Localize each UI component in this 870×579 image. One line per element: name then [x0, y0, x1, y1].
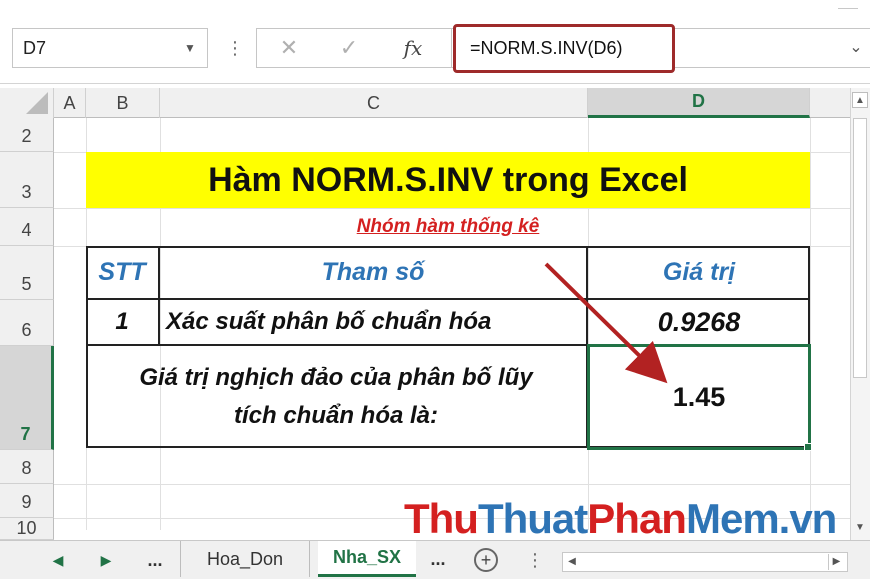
vertical-dots-icon[interactable]: ⋮ — [526, 546, 544, 574]
scroll-right-icon[interactable]: ▶ — [828, 554, 844, 570]
row-header-2[interactable]: 2 — [0, 118, 54, 152]
sheet-subtitle-link[interactable]: Nhóm hàm thống kê — [86, 210, 810, 244]
header-param[interactable]: Tham số — [160, 246, 588, 300]
chevron-down-icon[interactable]: ⌄ — [846, 36, 866, 60]
tab-next-icon[interactable]: ▶ — [94, 546, 118, 574]
header-value[interactable]: Giá trị — [588, 246, 810, 300]
column-header-e[interactable] — [810, 88, 850, 118]
row-header-7[interactable]: 7 — [0, 346, 54, 450]
watermark-part2: Thuat — [477, 495, 588, 542]
column-header-c[interactable]: C — [160, 88, 588, 118]
name-box[interactable]: D7 — [12, 28, 208, 68]
plus-icon[interactable]: + — [474, 548, 498, 572]
tab-more-left[interactable]: ... — [140, 546, 170, 574]
sheet-tab-hoa-don[interactable]: Hoa_Don — [180, 541, 310, 577]
sheet-tab-nha-sx[interactable]: Nha_SX — [318, 541, 416, 577]
sheet-title[interactable]: Hàm NORM.S.INV trong Excel — [86, 152, 810, 208]
gridline — [54, 484, 850, 485]
column-header-a[interactable]: A — [54, 88, 86, 118]
row-header-10[interactable]: 10 — [0, 518, 54, 540]
row-header-5[interactable]: 5 — [0, 246, 54, 300]
cell-stt-1[interactable]: 1 — [86, 300, 160, 346]
header-stt[interactable]: STT — [86, 246, 160, 300]
fill-handle[interactable] — [804, 443, 812, 451]
scroll-down-icon[interactable]: ▼ — [852, 520, 868, 536]
row-header-9[interactable]: 9 — [0, 484, 54, 518]
row-header-6[interactable]: 6 — [0, 300, 54, 346]
watermark-logo: Thu Thuat Phan Mem.vn — [404, 495, 837, 542]
select-all-triangle-icon — [26, 92, 48, 114]
column-header-b[interactable]: B — [86, 88, 160, 118]
scroll-up-icon[interactable]: ▲ — [852, 92, 868, 108]
sheet-tab-more[interactable]: ... — [424, 541, 452, 577]
cell-param-1[interactable]: Xác suất phân bố chuẩn hóa — [160, 300, 588, 346]
check-icon[interactable]: ✓ — [334, 34, 364, 62]
gridline — [810, 118, 811, 530]
formula-text[interactable]: =NORM.S.INV(D6) — [453, 24, 675, 73]
cell-result-label[interactable]: Giá trị nghịch đảo của phân bố lũy tích … — [86, 346, 588, 448]
function-icon[interactable]: fx — [396, 34, 430, 62]
vertical-scroll-thumb[interactable] — [853, 118, 867, 378]
row-header-3[interactable]: 3 — [0, 152, 54, 208]
row-header-8[interactable]: 8 — [0, 450, 54, 484]
scroll-left-icon[interactable]: ◀ — [564, 554, 580, 570]
tab-prev-icon[interactable]: ◀ — [46, 546, 70, 574]
column-header-d[interactable]: D — [588, 88, 810, 118]
chevron-down-icon[interactable]: ▼ — [180, 38, 200, 58]
result-label-line2: tích chuẩn hóa là: — [233, 402, 439, 429]
ribbon-edge — [0, 0, 870, 18]
row-header-4[interactable]: 4 — [0, 208, 54, 246]
gridline — [54, 208, 850, 209]
selection-outline — [587, 344, 811, 450]
watermark-part3: Phan — [587, 495, 687, 542]
horizontal-scrollbar[interactable] — [562, 552, 848, 572]
result-label-line1: Giá trị nghịch đảo của phân bố lũy — [139, 364, 533, 391]
watermark-part4: Mem.vn — [685, 495, 837, 542]
vertical-dots-icon[interactable]: ⋮ — [226, 36, 244, 60]
x-icon[interactable]: ✕ — [274, 34, 304, 62]
cell-value-1[interactable]: 0.9268 — [588, 300, 810, 346]
watermark-part1: Thu — [404, 495, 479, 542]
